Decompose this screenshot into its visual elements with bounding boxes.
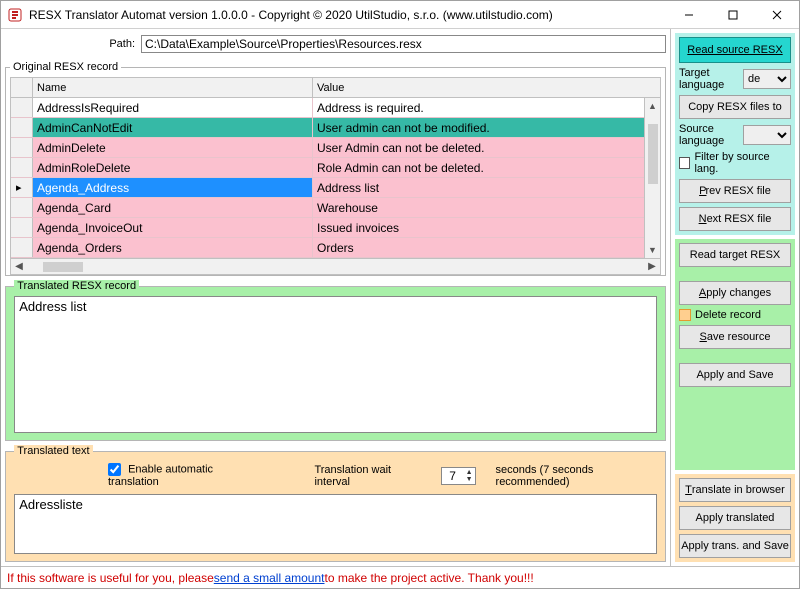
apply-and-save-button[interactable]: Apply and Save: [679, 363, 791, 387]
cell-value[interactable]: Address list: [313, 178, 660, 197]
footer: If this software is useful for you, plea…: [1, 566, 799, 588]
wait-interval-suffix: seconds (7 seconds recommended): [496, 464, 657, 488]
apply-translated-button[interactable]: Apply translated: [679, 506, 791, 530]
enable-auto-translate-checkbox[interactable]: [108, 463, 121, 476]
apply-trans-and-save-button[interactable]: Apply trans. and Save: [679, 534, 791, 558]
table-row[interactable]: Agenda_InvoiceOutIssued invoices: [11, 218, 660, 238]
wait-interval-spinner[interactable]: ▲▼: [441, 467, 476, 485]
spinner-chevrons[interactable]: ▲▼: [464, 469, 475, 483]
translated-resx-group: Translated RESX record Address list: [5, 280, 666, 441]
path-input[interactable]: [141, 35, 666, 53]
grid-header: Name Value: [11, 78, 660, 98]
wait-interval-value[interactable]: [442, 468, 464, 484]
table-row[interactable]: Agenda_CardWarehouse: [11, 198, 660, 218]
target-language-label: Target language: [679, 67, 739, 91]
window-title: RESX Translator Automat version 1.0.0.0 …: [29, 8, 667, 22]
cell-value[interactable]: Orders: [313, 238, 660, 257]
close-button[interactable]: [755, 1, 799, 29]
cell-value[interactable]: Role Admin can not be deleted.: [313, 158, 660, 177]
path-row: Path:: [5, 33, 666, 57]
target-language-select[interactable]: de: [743, 69, 791, 89]
row-selector[interactable]: [11, 118, 33, 137]
footer-text-post: to make the project active. Thank you!!!: [325, 571, 534, 585]
row-selector[interactable]: [11, 238, 33, 257]
row-selector[interactable]: [11, 138, 33, 157]
translated-record-textbox[interactable]: Address list: [14, 296, 657, 434]
row-selector[interactable]: [11, 198, 33, 217]
cell-value[interactable]: Address is required.: [313, 98, 660, 117]
enable-auto-translate[interactable]: Enable automatic translation: [108, 463, 254, 488]
cell-name[interactable]: AdminCanNotEdit: [33, 118, 313, 137]
next-resx-file-button[interactable]: Next RESX file: [679, 207, 791, 231]
grid-hscroll[interactable]: ◀▶: [11, 258, 660, 274]
translated-resx-legend: Translated RESX record: [14, 280, 139, 292]
row-selector[interactable]: [11, 218, 33, 237]
cell-value[interactable]: Issued invoices: [313, 218, 660, 237]
cell-name[interactable]: Agenda_Card: [33, 198, 313, 217]
translate-in-browser-button[interactable]: Translate in browser: [679, 478, 791, 502]
checkbox-icon: [679, 157, 690, 169]
footer-text-pre: If this software is useful for you, plea…: [7, 571, 214, 585]
table-row[interactable]: AdminCanNotEditUser admin can not be mod…: [11, 118, 660, 138]
col-value[interactable]: Value: [313, 78, 660, 97]
cell-name[interactable]: Agenda_InvoiceOut: [33, 218, 313, 237]
cell-value[interactable]: User Admin can not be deleted.: [313, 138, 660, 157]
table-row[interactable]: Agenda_OrdersOrders: [11, 238, 660, 258]
apply-changes-button[interactable]: Apply changes: [679, 281, 791, 305]
cell-value[interactable]: Warehouse: [313, 198, 660, 217]
translated-text-textbox[interactable]: Adressliste: [14, 494, 657, 554]
table-row[interactable]: AddressIsRequiredAddress is required.: [11, 98, 660, 118]
grid-vscroll[interactable]: ▲▼: [644, 98, 660, 258]
app-icon: [7, 7, 23, 23]
cell-name[interactable]: Agenda_Orders: [33, 238, 313, 257]
col-name[interactable]: Name: [33, 78, 313, 97]
title-bar: RESX Translator Automat version 1.0.0.0 …: [1, 1, 799, 29]
delete-record-checkbox[interactable]: Delete record: [679, 309, 791, 321]
read-target-resx-button[interactable]: Read target RESX: [679, 243, 791, 267]
prev-resx-file-button[interactable]: Prev RESX file: [679, 179, 791, 203]
original-resx-legend: Original RESX record: [10, 61, 121, 73]
cell-name[interactable]: AddressIsRequired: [33, 98, 313, 117]
row-selector[interactable]: [11, 98, 33, 117]
row-selector[interactable]: [11, 158, 33, 177]
save-resource-button[interactable]: Save resource: [679, 325, 791, 349]
maximize-button[interactable]: [711, 1, 755, 29]
cell-value[interactable]: User admin can not be modified.: [313, 118, 660, 137]
original-resx-group: Original RESX record Name Value AddressI…: [5, 61, 666, 276]
table-row[interactable]: AdminDeleteUser Admin can not be deleted…: [11, 138, 660, 158]
filter-by-source-checkbox[interactable]: Filter by source lang.: [679, 151, 791, 175]
copy-resx-button[interactable]: Copy RESX files to: [679, 95, 791, 119]
table-row[interactable]: AdminRoleDeleteRole Admin can not be del…: [11, 158, 660, 178]
source-language-label: Source language: [679, 123, 739, 147]
minimize-button[interactable]: [667, 1, 711, 29]
cell-name[interactable]: AdminDelete: [33, 138, 313, 157]
wait-interval-label: Translation wait interval: [314, 464, 420, 488]
cell-name[interactable]: Agenda_Address: [33, 178, 313, 197]
footer-link[interactable]: send a small amount: [214, 571, 325, 585]
grid-corner: [11, 78, 33, 97]
translated-text-legend: Translated text: [14, 445, 92, 457]
path-label: Path:: [5, 38, 135, 50]
source-language-select[interactable]: [743, 125, 791, 145]
table-row[interactable]: Agenda_AddressAddress list: [11, 178, 660, 198]
row-selector[interactable]: [11, 178, 33, 197]
cell-name[interactable]: AdminRoleDelete: [33, 158, 313, 177]
resx-grid: Name Value AddressIsRequiredAddress is r…: [10, 77, 661, 275]
read-source-resx-button[interactable]: Read source RESX: [679, 37, 791, 63]
translated-text-group: Translated text Enable automatic transla…: [5, 445, 666, 562]
checkbox-icon: [679, 309, 691, 321]
